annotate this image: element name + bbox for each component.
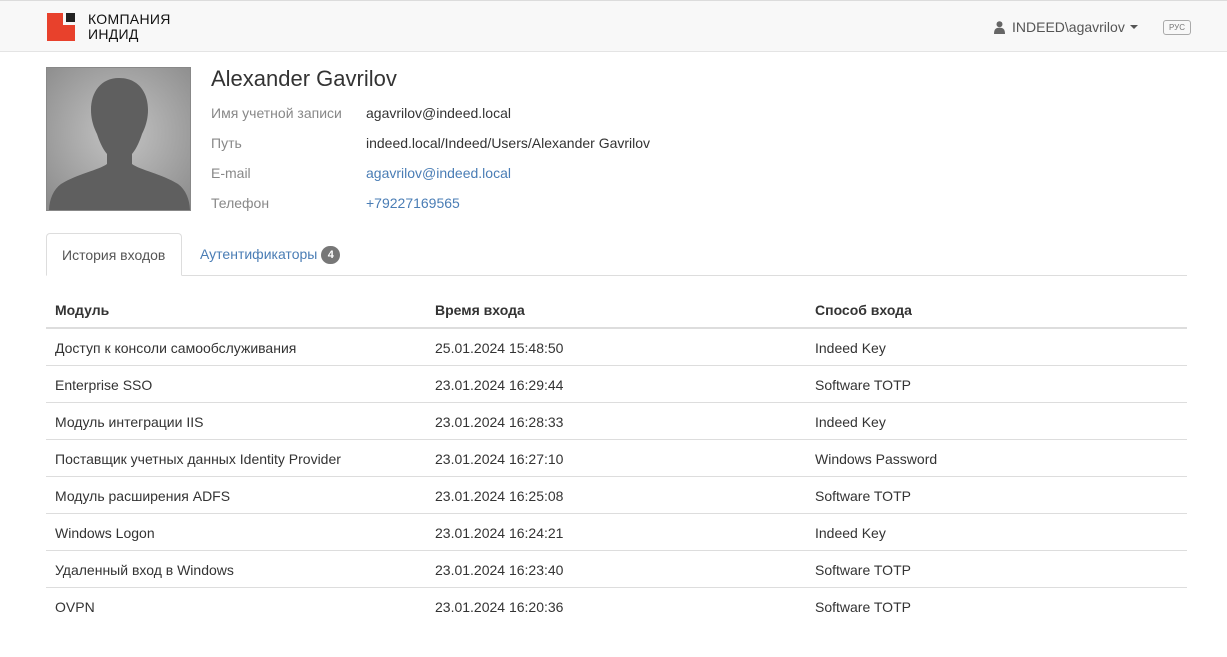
cell-login-time: 23.01.2024 16:25:08 — [435, 488, 564, 504]
path-value: indeed.local/Indeed/Users/Alexander Gavr… — [366, 135, 651, 151]
login-history-table: Модуль Время входа Способ входа Доступ к… — [46, 291, 1187, 625]
table-row: OVPN 23.01.2024 16:20:36 Software TOTP — [46, 588, 1187, 625]
cell-login-method: Software TOTP — [815, 562, 911, 578]
cell-module: Enterprise SSO — [55, 377, 153, 393]
cell-login-method: Software TOTP — [815, 599, 911, 615]
cell-login-time: 23.01.2024 16:27:10 — [435, 451, 564, 467]
language-switch[interactable]: РУС — [1163, 20, 1191, 35]
table-row: Модуль интеграции IIS 23.01.2024 16:28:3… — [46, 403, 1187, 440]
cell-module: OVPN — [55, 599, 95, 615]
brand-name[interactable]: КОМПАНИЯ ИНДИД — [88, 12, 171, 42]
cell-login-method: Windows Password — [815, 451, 938, 467]
profile-name: Alexander Gavrilov — [211, 66, 397, 91]
cell-module: Доступ к консоли самообслуживания — [55, 340, 297, 356]
user-menu-label: INDEED\agavrilov — [1012, 19, 1125, 35]
column-header-login-time: Время входа — [435, 302, 525, 318]
table-row: Windows Logon 23.01.2024 16:24:21 Indeed… — [46, 514, 1187, 551]
email-label: E-mail — [211, 165, 251, 181]
cell-module: Поставщик учетных данных Identity Provid… — [55, 451, 341, 467]
table-row: Enterprise SSO 23.01.2024 16:29:44 Softw… — [46, 366, 1187, 403]
cell-login-method: Indeed Key — [815, 525, 886, 541]
brand-line-2: ИНДИД — [88, 26, 139, 42]
account-name-value: agavrilov@indeed.local — [366, 105, 511, 121]
cell-login-time: 23.01.2024 16:28:33 — [435, 414, 564, 430]
cell-login-time: 23.01.2024 16:29:44 — [435, 377, 564, 393]
phone-link[interactable]: +79227169565 — [366, 195, 460, 211]
caret-down-icon — [1129, 25, 1138, 29]
email-link[interactable]: agavrilov@indeed.local — [366, 165, 511, 181]
default-user-silhouette-icon — [47, 68, 190, 210]
path-label: Путь — [211, 135, 242, 151]
user-menu-dropdown[interactable]: INDEED\agavrilov — [994, 19, 1138, 35]
table-row: Удаленный вход в Windows 23.01.2024 16:2… — [46, 551, 1187, 588]
user-icon — [994, 20, 1005, 34]
top-navbar: КОМПАНИЯ ИНДИД INDEED\agavrilov РУС — [0, 0, 1227, 52]
brand-line-1: КОМПАНИЯ — [88, 11, 171, 27]
table-header: Модуль Время входа Способ входа — [46, 291, 1187, 329]
company-logo[interactable] — [47, 13, 75, 41]
column-header-login-method: Способ входа — [815, 302, 912, 318]
cell-login-time: 23.01.2024 16:20:36 — [435, 599, 564, 615]
cell-login-time: 23.01.2024 16:23:40 — [435, 562, 564, 578]
authenticators-count-badge: 4 — [321, 246, 341, 264]
cell-module: Удаленный вход в Windows — [55, 562, 234, 578]
cell-login-method: Software TOTP — [815, 377, 911, 393]
cell-module: Windows Logon — [55, 525, 155, 541]
tab-authenticators[interactable]: Аутентификаторы 4 — [185, 233, 355, 276]
column-header-module: Модуль — [55, 302, 110, 318]
account-name-label: Имя учетной записи — [211, 105, 342, 121]
cell-module: Модуль расширения ADFS — [55, 488, 231, 504]
avatar — [46, 67, 191, 211]
profile-tabs: История входов Аутентификаторы 4 — [46, 233, 1187, 276]
phone-label: Телефон — [211, 195, 270, 211]
tab-login-history-label: История входов — [62, 247, 166, 263]
cell-login-time: 25.01.2024 15:48:50 — [435, 340, 564, 356]
cell-login-time: 23.01.2024 16:24:21 — [435, 525, 564, 541]
cell-login-method: Indeed Key — [815, 414, 886, 430]
cell-module: Модуль интеграции IIS — [55, 414, 204, 430]
cell-login-method: Indeed Key — [815, 340, 886, 356]
table-row: Поставщик учетных данных Identity Provid… — [46, 440, 1187, 477]
table-row: Модуль расширения ADFS 23.01.2024 16:25:… — [46, 477, 1187, 514]
tab-authenticators-label: Аутентификаторы — [200, 246, 318, 262]
table-row: Доступ к консоли самообслуживания 25.01.… — [46, 329, 1187, 366]
tab-login-history[interactable]: История входов — [46, 233, 182, 276]
cell-login-method: Software TOTP — [815, 488, 911, 504]
